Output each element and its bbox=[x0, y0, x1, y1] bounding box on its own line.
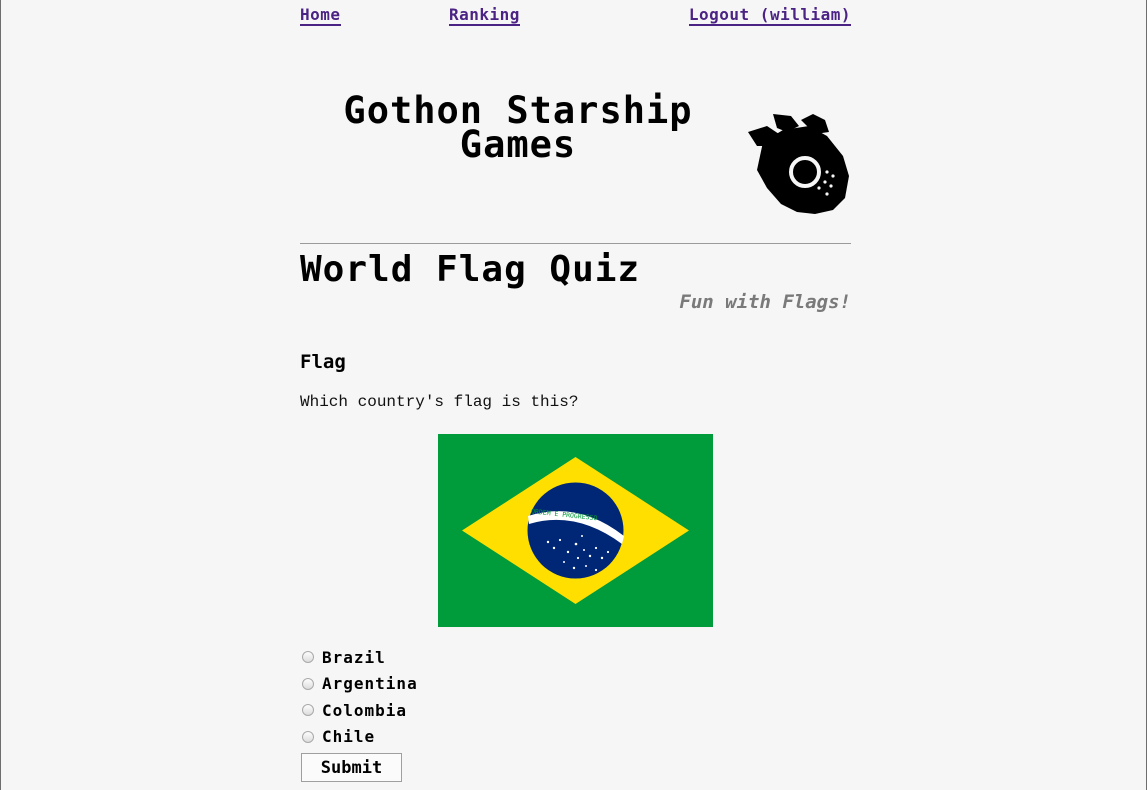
radio-chile[interactable] bbox=[302, 730, 314, 743]
top-nav: Home Ranking Logout (william) bbox=[300, 0, 851, 30]
option-label[interactable]: Argentina bbox=[322, 674, 418, 693]
option-label[interactable]: Chile bbox=[322, 727, 375, 746]
header-divider bbox=[300, 243, 851, 244]
option-label[interactable]: Brazil bbox=[322, 648, 386, 667]
main-container: Home Ranking Logout (william) Gothon Sta… bbox=[300, 0, 851, 782]
radio-brazil[interactable] bbox=[302, 651, 314, 664]
radio-argentina[interactable] bbox=[302, 677, 314, 690]
brazil-flag-image: ORDEM E PROGRESSO bbox=[438, 434, 713, 627]
quiz-title: World Flag Quiz bbox=[300, 249, 641, 290]
quiz-subtitle: Fun with Flags! bbox=[679, 291, 851, 313]
submit-button[interactable]: Submit bbox=[301, 753, 402, 782]
spaceship-icon bbox=[748, 114, 849, 214]
nav-logout-link[interactable]: Logout (william) bbox=[688, 6, 851, 26]
radio-colombia[interactable] bbox=[302, 704, 314, 717]
site-header: Gothon Starship Games bbox=[300, 30, 851, 242]
answer-options: Brazil Argentina Colombia Chile bbox=[300, 644, 418, 750]
section-title: Flag bbox=[300, 351, 346, 373]
option-colombia[interactable]: Colombia bbox=[300, 697, 418, 724]
question-text: Which country's flag is this? bbox=[300, 393, 579, 411]
nav-home-link[interactable]: Home bbox=[300, 6, 341, 26]
nav-ranking-link[interactable]: Ranking bbox=[449, 6, 520, 26]
option-brazil[interactable]: Brazil bbox=[300, 644, 418, 671]
site-title: Gothon Starship Games bbox=[300, 92, 736, 166]
site-title-line2: Games bbox=[459, 123, 577, 166]
option-argentina[interactable]: Argentina bbox=[300, 671, 418, 698]
option-chile[interactable]: Chile bbox=[300, 724, 418, 751]
option-label[interactable]: Colombia bbox=[322, 701, 407, 720]
